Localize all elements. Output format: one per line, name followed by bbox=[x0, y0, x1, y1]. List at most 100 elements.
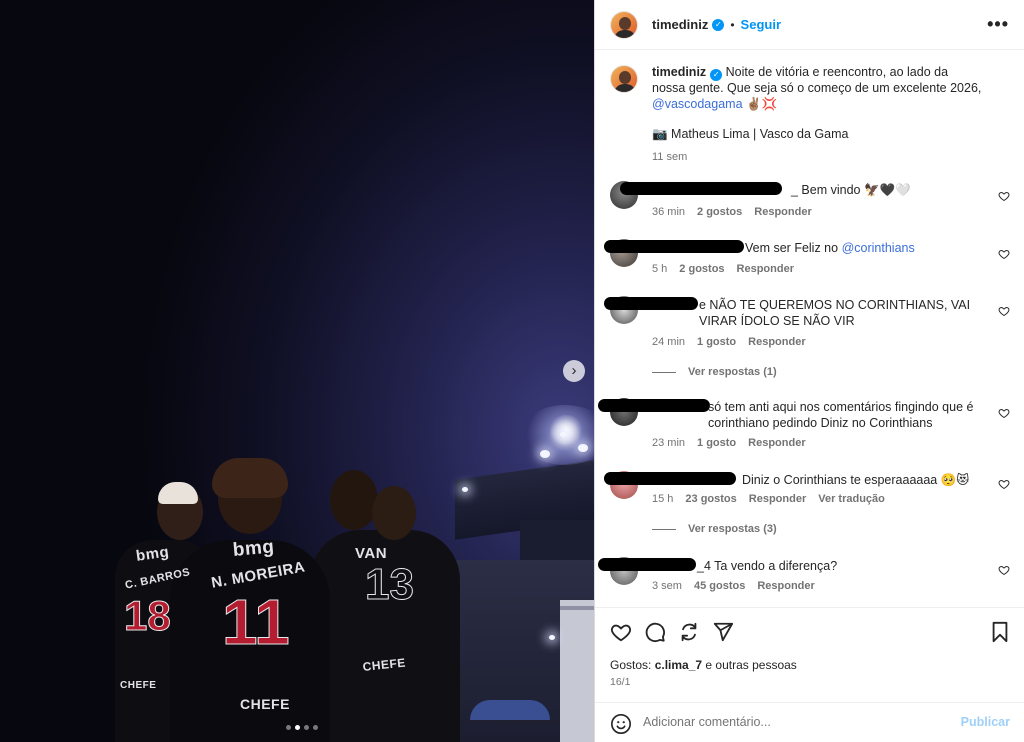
caption-mention[interactable]: @vascodagama bbox=[652, 97, 743, 111]
more-icon[interactable]: ••• bbox=[987, 14, 1009, 35]
comments-scroll[interactable]: timediniz ✓ Noite de vitória e reencontro… bbox=[595, 51, 1024, 607]
caption-emojis: ✌🏽💢 bbox=[746, 96, 778, 111]
reply-button[interactable]: Responder bbox=[749, 493, 806, 505]
reply-button[interactable]: Responder bbox=[748, 336, 805, 348]
floodlight bbox=[540, 450, 550, 458]
reply-button[interactable]: Responder bbox=[754, 206, 811, 218]
carousel-dot bbox=[286, 725, 291, 730]
comment-meta: 23 min 1 gosto Responder bbox=[652, 437, 806, 449]
heart-icon[interactable] bbox=[998, 564, 1010, 576]
heart-icon[interactable] bbox=[610, 621, 632, 643]
post-actions: Gostos: c.lima_7 e outras pessoas 16/1 P… bbox=[595, 607, 1024, 742]
carousel-dot bbox=[295, 725, 300, 730]
jersey-partner: CHEFE bbox=[120, 680, 157, 691]
comment-text: _ Bem vindo 🦅🖤🤍 bbox=[791, 183, 911, 197]
heart-icon[interactable] bbox=[998, 478, 1010, 490]
share-icon[interactable] bbox=[678, 621, 700, 643]
post-header: timediniz ✓ • Seguir ••• bbox=[595, 0, 1024, 50]
comment-likes[interactable]: 1 gosto bbox=[697, 437, 736, 449]
comment-text: _4 Ta vendo a diferença? bbox=[697, 559, 838, 573]
avatar[interactable] bbox=[610, 10, 638, 39]
redacted-username bbox=[598, 399, 710, 412]
reply-button[interactable]: Responder bbox=[737, 263, 794, 275]
post-date: 16/1 bbox=[610, 676, 631, 688]
likes-summary: Gostos: c.lima_7 e outras pessoas bbox=[610, 658, 797, 672]
post-photo[interactable]: bmg bmg C. BARROS 18 N. MOREIRA 11 VAN 1… bbox=[0, 0, 594, 742]
player-right-head bbox=[330, 470, 378, 530]
caption-text: timediniz ✓ Noite de vitória e reencontro… bbox=[652, 65, 982, 112]
floodlight bbox=[578, 444, 588, 452]
add-comment-bar: Publicar bbox=[595, 702, 1024, 742]
comment-meta: 15 h 23 gostos Responder Ver tradução bbox=[652, 493, 885, 505]
comment-text: e NÃO TE QUEREMOS NO CORINTHIANS, VAI VI… bbox=[699, 298, 971, 328]
publish-button[interactable]: Publicar bbox=[961, 715, 1010, 729]
liked-by-user[interactable]: c.lima_7 bbox=[655, 658, 702, 672]
carousel-next-button[interactable]: › bbox=[563, 360, 585, 382]
redacted-username bbox=[604, 240, 744, 253]
bookmark-icon[interactable] bbox=[990, 621, 1010, 643]
comment-time: 23 min bbox=[652, 437, 686, 449]
photo-credit: 📷 Matheus Lima | Vasco da Gama bbox=[652, 127, 849, 141]
caption-username[interactable]: timediniz bbox=[652, 65, 706, 79]
verified-icon: ✓ bbox=[710, 69, 723, 81]
comment-time: 15 h bbox=[652, 493, 674, 505]
comment-likes[interactable]: 45 gostos bbox=[694, 580, 745, 592]
comment-likes[interactable]: 23 gostos bbox=[685, 493, 736, 505]
likes-suffix: e outras pessoas bbox=[705, 658, 797, 672]
comment-time: 24 min bbox=[652, 336, 686, 348]
heart-icon[interactable] bbox=[998, 248, 1010, 260]
player-far-head bbox=[372, 486, 416, 540]
comment-text: só tem anti aqui nos comentários fingind… bbox=[708, 400, 974, 430]
jersey-sponsor: bmg bbox=[232, 536, 276, 561]
follow-button[interactable]: Seguir bbox=[741, 17, 781, 32]
action-icons bbox=[610, 621, 1010, 645]
heart-icon[interactable] bbox=[998, 305, 1010, 317]
comment-icon[interactable] bbox=[644, 621, 666, 643]
comment-meta: 36 min 2 gostos Responder bbox=[652, 206, 812, 218]
player-left-hair bbox=[158, 482, 198, 504]
comment-likes[interactable]: 2 gostos bbox=[697, 206, 742, 218]
comment-time: 3 sem bbox=[652, 580, 682, 592]
comment-likes[interactable]: 1 gosto bbox=[697, 336, 736, 348]
jersey-number-left: 18 bbox=[124, 592, 172, 640]
comment-meta: 5 h 2 gostos Responder bbox=[652, 263, 794, 275]
floodlight bbox=[462, 487, 468, 492]
jersey-partner: CHEFE bbox=[240, 696, 290, 712]
reply-button[interactable]: Responder bbox=[748, 437, 805, 449]
redacted-username bbox=[598, 558, 696, 571]
reply-button[interactable]: Responder bbox=[757, 580, 814, 592]
comment-input[interactable] bbox=[643, 715, 943, 729]
redacted-username bbox=[604, 297, 698, 310]
comment-text: Diniz o Corinthians te esperaaaaaa 🥺😻 bbox=[742, 473, 970, 487]
comment-meta: 24 min 1 gosto Responder bbox=[652, 336, 806, 348]
comment-text: Vem ser Feliz no @corinthians bbox=[745, 241, 915, 255]
verified-icon: ✓ bbox=[712, 18, 725, 31]
view-replies-button[interactable]: Ver respostas (3) bbox=[652, 523, 777, 535]
comment-meta: 3 sem 45 gostos Responder bbox=[652, 580, 815, 592]
stadium-tent bbox=[470, 700, 550, 720]
heart-icon[interactable] bbox=[998, 407, 1010, 419]
floodlight bbox=[549, 635, 555, 640]
carousel-dot bbox=[304, 725, 309, 730]
comment-likes[interactable]: 2 gostos bbox=[679, 263, 724, 275]
emoji-icon[interactable] bbox=[610, 713, 632, 735]
comment-mention[interactable]: @corinthians bbox=[842, 241, 915, 255]
username[interactable]: timediniz bbox=[652, 17, 708, 32]
carousel-dot bbox=[313, 725, 318, 730]
view-replies-button[interactable]: Ver respostas (1) bbox=[652, 366, 777, 378]
stadium-building bbox=[560, 600, 594, 742]
separator-dot: • bbox=[730, 17, 735, 32]
player-center-hair bbox=[212, 458, 288, 498]
carousel-dots bbox=[286, 725, 318, 730]
jersey-number-center: 11 bbox=[222, 586, 291, 659]
send-icon[interactable] bbox=[712, 621, 734, 643]
comment-time: 36 min bbox=[652, 206, 686, 218]
floodlight-core bbox=[548, 415, 584, 445]
likes-prefix: Gostos: bbox=[610, 658, 652, 672]
caption-avatar[interactable] bbox=[610, 65, 638, 93]
caption-time: 11 sem bbox=[652, 151, 688, 163]
redacted-username bbox=[604, 472, 736, 485]
translate-button[interactable]: Ver tradução bbox=[818, 493, 885, 505]
post-sidebar: timediniz ✓ • Seguir ••• timediniz ✓ Noit… bbox=[594, 0, 1024, 742]
heart-icon[interactable] bbox=[998, 190, 1010, 202]
